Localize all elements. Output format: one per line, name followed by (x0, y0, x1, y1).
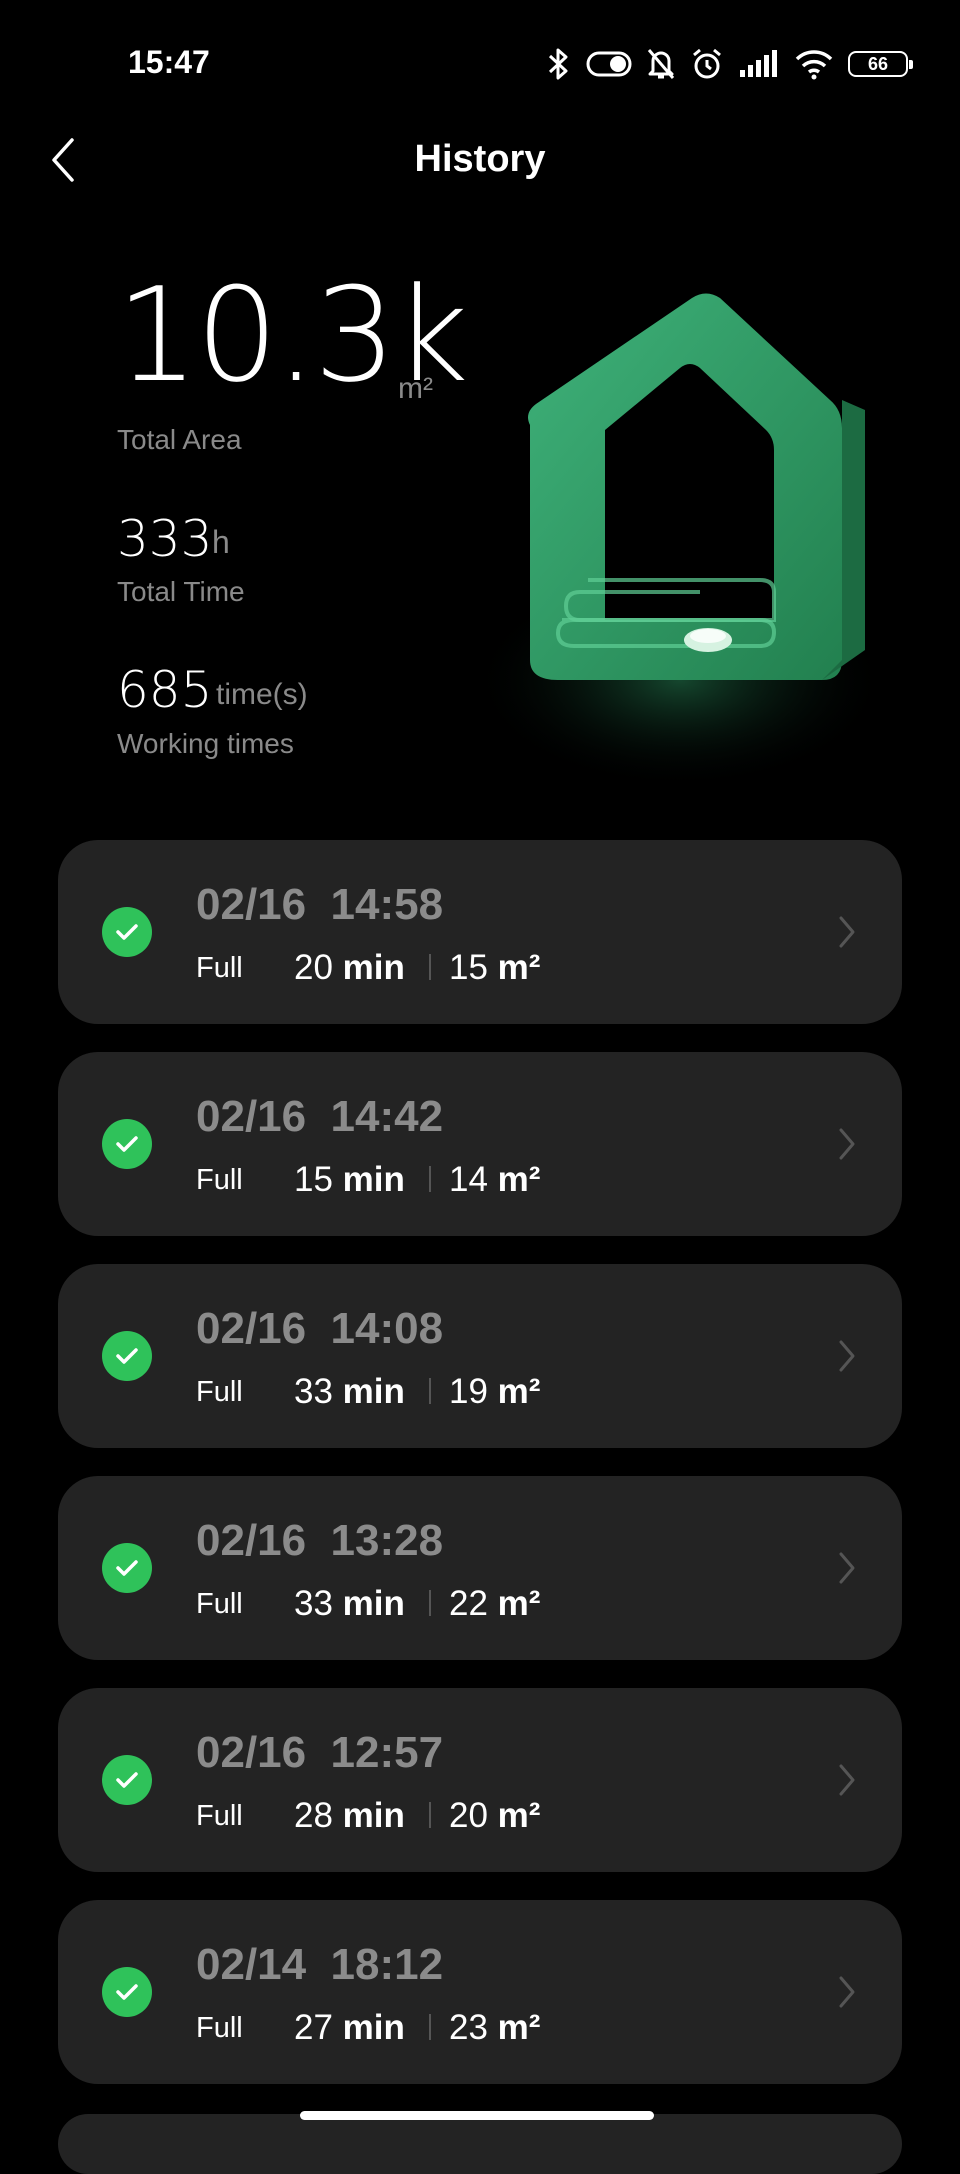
working-times-label: Working times (117, 728, 294, 759)
history-duration-value: 33 (294, 1584, 333, 1623)
history-area-unit: m² (497, 2008, 541, 2047)
history-list: 02/16 14:58 Full 20 min 15 m² 02/16 14:4… (58, 840, 902, 2112)
history-duration: 28 min (294, 1796, 405, 1836)
total-time-label: Total Time (117, 576, 245, 607)
status-bar: 15:47 66 (0, 0, 960, 120)
divider (429, 1802, 431, 1828)
history-card[interactable]: 02/16 14:42 Full 15 min 14 m² (58, 1052, 902, 1236)
history-area: 15 m² (449, 948, 540, 988)
history-duration: 27 min (294, 2008, 405, 2048)
history-area: 19 m² (449, 1372, 540, 1412)
history-duration: 33 min (294, 1372, 405, 1412)
working-times-unit: time(s) (216, 678, 308, 711)
history-mode: Full (196, 1800, 243, 1832)
history-mode: Full (196, 2012, 243, 2044)
divider (429, 2014, 431, 2040)
history-duration: 15 min (294, 1160, 405, 1200)
history-area: 22 m² (449, 1584, 540, 1624)
history-area: 20 m² (449, 1796, 540, 1836)
house-illustration (470, 293, 870, 790)
history-duration-value: 28 (294, 1796, 333, 1835)
total-area-unit: m² (398, 372, 433, 405)
wifi-icon (795, 50, 833, 80)
divider (429, 1378, 431, 1404)
history-duration-unit: min (342, 2008, 405, 2047)
check-circle-icon (102, 1331, 152, 1381)
home-indicator[interactable] (300, 2111, 654, 2120)
history-area-value: 23 (449, 2008, 488, 2047)
chevron-right-icon (839, 1976, 855, 2008)
history-duration: 20 min (294, 948, 405, 988)
history-duration: 33 min (294, 1584, 405, 1624)
bluetooth-icon (548, 48, 568, 80)
divider (429, 1590, 431, 1616)
history-card-partial[interactable] (58, 2114, 902, 2174)
history-card[interactable]: 02/16 12:57 Full 28 min 20 m² (58, 1688, 902, 1872)
history-area-value: 19 (449, 1372, 488, 1411)
history-area-unit: m² (497, 1372, 541, 1411)
chevron-right-icon (839, 1764, 855, 1796)
total-time-unit: h (212, 524, 230, 560)
history-area-unit: m² (497, 1584, 541, 1623)
history-mode: Full (196, 1376, 243, 1408)
history-area-value: 15 (449, 948, 488, 987)
history-mode: Full (196, 952, 243, 984)
history-area: 23 m² (449, 2008, 540, 2048)
divider (429, 1166, 431, 1192)
battery-level: 66 (867, 53, 889, 74)
page-title: History (414, 138, 546, 180)
history-duration-unit: min (342, 948, 405, 987)
history-mode: Full (196, 1588, 243, 1620)
history-duration-unit: min (342, 1584, 405, 1623)
chevron-right-icon (839, 1128, 855, 1160)
history-duration-unit: min (342, 1796, 405, 1835)
status-icons: 66 (546, 44, 913, 84)
check-circle-icon (102, 1967, 152, 2017)
history-duration-value: 33 (294, 1372, 333, 1411)
history-area-unit: m² (497, 1796, 541, 1835)
status-time: 15:47 (128, 44, 210, 80)
check-circle-icon (102, 907, 152, 957)
signal-icon (740, 50, 777, 77)
history-area-unit: m² (497, 948, 541, 987)
history-duration-value: 27 (294, 2008, 333, 2047)
check-circle-icon (102, 1543, 152, 1593)
history-duration-value: 15 (294, 1160, 333, 1199)
history-card[interactable]: 02/16 14:08 Full 33 min 19 m² (58, 1264, 902, 1448)
history-datetime: 02/16 14:42 (196, 1092, 444, 1141)
history-area: 14 m² (449, 1160, 540, 1200)
history-card[interactable]: 02/16 14:58 Full 20 min 15 m² (58, 840, 902, 1024)
history-duration-unit: min (342, 1160, 405, 1199)
history-mode: Full (196, 1164, 243, 1196)
chevron-right-icon (839, 1552, 855, 1584)
divider (429, 954, 431, 980)
history-area-value: 22 (449, 1584, 488, 1623)
history-area-value: 20 (449, 1796, 488, 1835)
toggle-icon (586, 51, 632, 77)
history-card[interactable]: 02/14 18:12 Full 27 min 23 m² (58, 1900, 902, 2084)
chevron-right-icon (839, 916, 855, 948)
history-datetime: 02/16 12:57 (196, 1728, 444, 1777)
total-time-value: 333 (117, 510, 213, 568)
battery-icon: 66 (848, 51, 913, 77)
check-circle-icon (102, 1755, 152, 1805)
history-area-unit: m² (497, 1160, 541, 1199)
history-datetime: 02/14 18:12 (196, 1940, 444, 1989)
alarm-icon (693, 48, 721, 79)
chevron-right-icon (839, 1340, 855, 1372)
history-duration-value: 20 (294, 948, 333, 987)
history-duration-unit: min (342, 1372, 405, 1411)
history-card[interactable]: 02/16 13:28 Full 33 min 22 m² (58, 1476, 902, 1660)
bell-muted-icon (647, 49, 675, 79)
check-circle-icon (102, 1119, 152, 1169)
history-datetime: 02/16 13:28 (196, 1516, 444, 1565)
history-datetime: 02/16 14:08 (196, 1304, 444, 1353)
working-times-value: 685 (117, 661, 213, 719)
history-datetime: 02/16 14:58 (196, 880, 444, 929)
total-area-label: Total Area (117, 424, 242, 455)
history-area-value: 14 (449, 1160, 488, 1199)
